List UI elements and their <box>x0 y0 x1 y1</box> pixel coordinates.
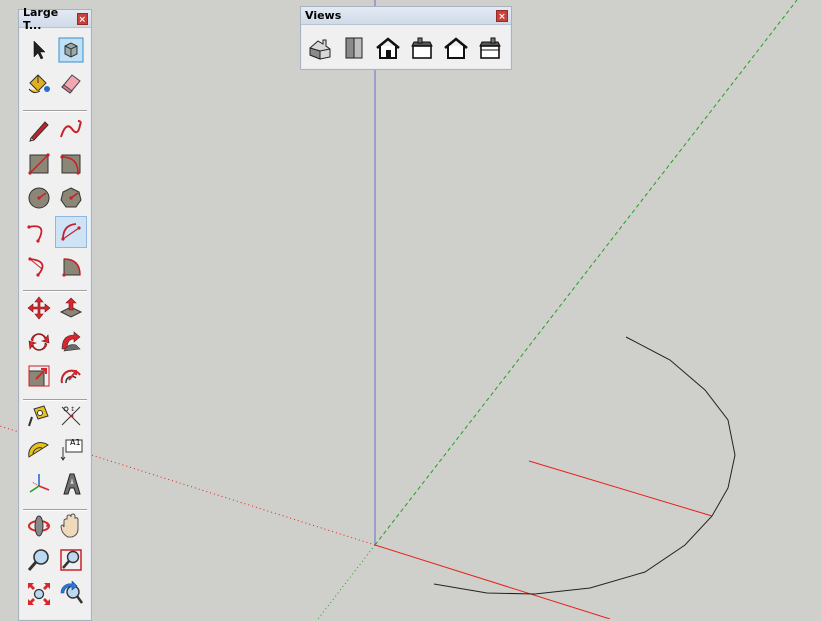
pie-icon <box>62 258 81 277</box>
move-arrows-icon <box>27 296 51 320</box>
push-pull-tool[interactable] <box>55 292 87 324</box>
polygon-icon <box>60 187 82 208</box>
top-house-icon <box>345 37 363 59</box>
toolbar-separator <box>23 110 87 112</box>
freehand-squiggle-icon <box>60 120 82 138</box>
follow-me-icon <box>61 331 81 352</box>
pie-tool[interactable] <box>55 250 87 282</box>
protractor-tool[interactable] <box>23 434 55 466</box>
axes-icon <box>29 474 50 493</box>
two-point-arc-tool[interactable] <box>55 216 87 248</box>
arc-tool[interactable] <box>23 216 55 248</box>
back-view-button[interactable] <box>441 33 471 63</box>
zoom-extents-tool[interactable] <box>23 578 55 610</box>
orbit-tool[interactable] <box>23 510 55 542</box>
front-house-icon <box>376 37 400 59</box>
3d-text-tool[interactable] <box>55 468 87 500</box>
rotated-rectangle-icon <box>60 154 81 175</box>
pan-hand-icon <box>60 513 79 538</box>
arc-icon <box>27 225 43 243</box>
orbit-icon <box>28 515 50 537</box>
rectangle-icon <box>28 153 50 175</box>
eraser-icon <box>61 74 81 94</box>
red-edge <box>528 460 713 517</box>
right-house-icon <box>411 37 433 59</box>
circle-tool[interactable] <box>23 182 55 214</box>
follow-me-tool[interactable] <box>55 326 87 358</box>
line-tool[interactable] <box>23 114 55 146</box>
rectangle-tool[interactable] <box>23 148 55 180</box>
circle-icon <box>28 187 50 209</box>
text-tool-label: A1 <box>70 438 81 447</box>
top-view-button[interactable] <box>339 33 369 63</box>
right-view-button[interactable] <box>407 33 437 63</box>
axes-tool[interactable] <box>23 468 55 500</box>
make-component-tool[interactable] <box>55 34 87 66</box>
front-view-button[interactable] <box>373 33 403 63</box>
push-pull-icon <box>59 297 83 318</box>
offset-tool[interactable] <box>55 360 87 392</box>
pencil-icon <box>29 121 49 142</box>
back-house-icon <box>444 37 468 59</box>
arrow-cursor-icon <box>33 40 46 60</box>
green-axis-negative <box>317 544 376 619</box>
previous-view-tool[interactable] <box>55 578 87 610</box>
three-point-arc-tool[interactable] <box>23 250 55 282</box>
svg-text:↕: ↕ <box>70 406 75 413</box>
zoom-window-tool[interactable] <box>55 544 87 576</box>
move-tool[interactable] <box>23 292 55 324</box>
text-tool[interactable]: A1 <box>55 434 87 466</box>
arc-curve[interactable] <box>433 336 736 595</box>
iso-view-button[interactable] <box>305 33 335 63</box>
pan-tool[interactable] <box>55 510 87 542</box>
rotate-arrows-icon <box>28 333 50 351</box>
polygon-tool[interactable] <box>55 182 87 214</box>
select-tool[interactable] <box>23 34 55 66</box>
zoom-extents-icon <box>28 583 50 605</box>
scale-tool[interactable] <box>23 360 55 392</box>
views-title-bar[interactable]: Views × <box>301 7 511 25</box>
palette-close-button[interactable]: × <box>76 12 88 25</box>
eraser-tool[interactable] <box>55 68 87 100</box>
paint-bucket-tool[interactable] <box>23 68 55 100</box>
freehand-tool[interactable] <box>55 114 87 146</box>
left-view-button[interactable] <box>475 33 505 63</box>
views-close-button[interactable]: × <box>496 9 508 22</box>
three-point-arc-icon <box>28 257 44 277</box>
model-viewport[interactable] <box>0 0 821 619</box>
red-axis <box>374 544 611 619</box>
tape-measure-tool[interactable] <box>23 400 55 432</box>
rotated-rectangle-tool[interactable] <box>55 148 87 180</box>
magnifier-icon <box>27 549 49 571</box>
component-cube-icon <box>58 37 84 63</box>
rotate-tool[interactable] <box>23 326 55 358</box>
offset-icon <box>60 369 81 384</box>
iso-house-icon <box>309 39 331 60</box>
dimension-icon: ↕ <box>61 406 81 426</box>
tape-measure-icon <box>28 405 49 427</box>
views-toolbar[interactable]: Views × <box>300 6 512 70</box>
views-title: Views <box>305 9 342 22</box>
two-point-arc-icon <box>61 223 81 241</box>
palette-title-bar[interactable]: Large T... × <box>19 6 91 32</box>
dimension-tool[interactable]: ↕ <box>55 400 87 432</box>
paint-bucket-icon <box>28 74 50 94</box>
zoom-window-icon <box>60 549 82 571</box>
3d-text-icon <box>63 473 81 495</box>
palette-title: Large T... <box>23 5 59 32</box>
previous-view-icon <box>60 581 84 604</box>
scale-icon <box>28 365 50 387</box>
zoom-tool[interactable] <box>23 544 55 576</box>
left-house-icon <box>479 37 501 59</box>
large-tool-set-palette[interactable]: Large T... × ↕ A1 <box>18 6 92 621</box>
protractor-icon <box>28 442 49 458</box>
